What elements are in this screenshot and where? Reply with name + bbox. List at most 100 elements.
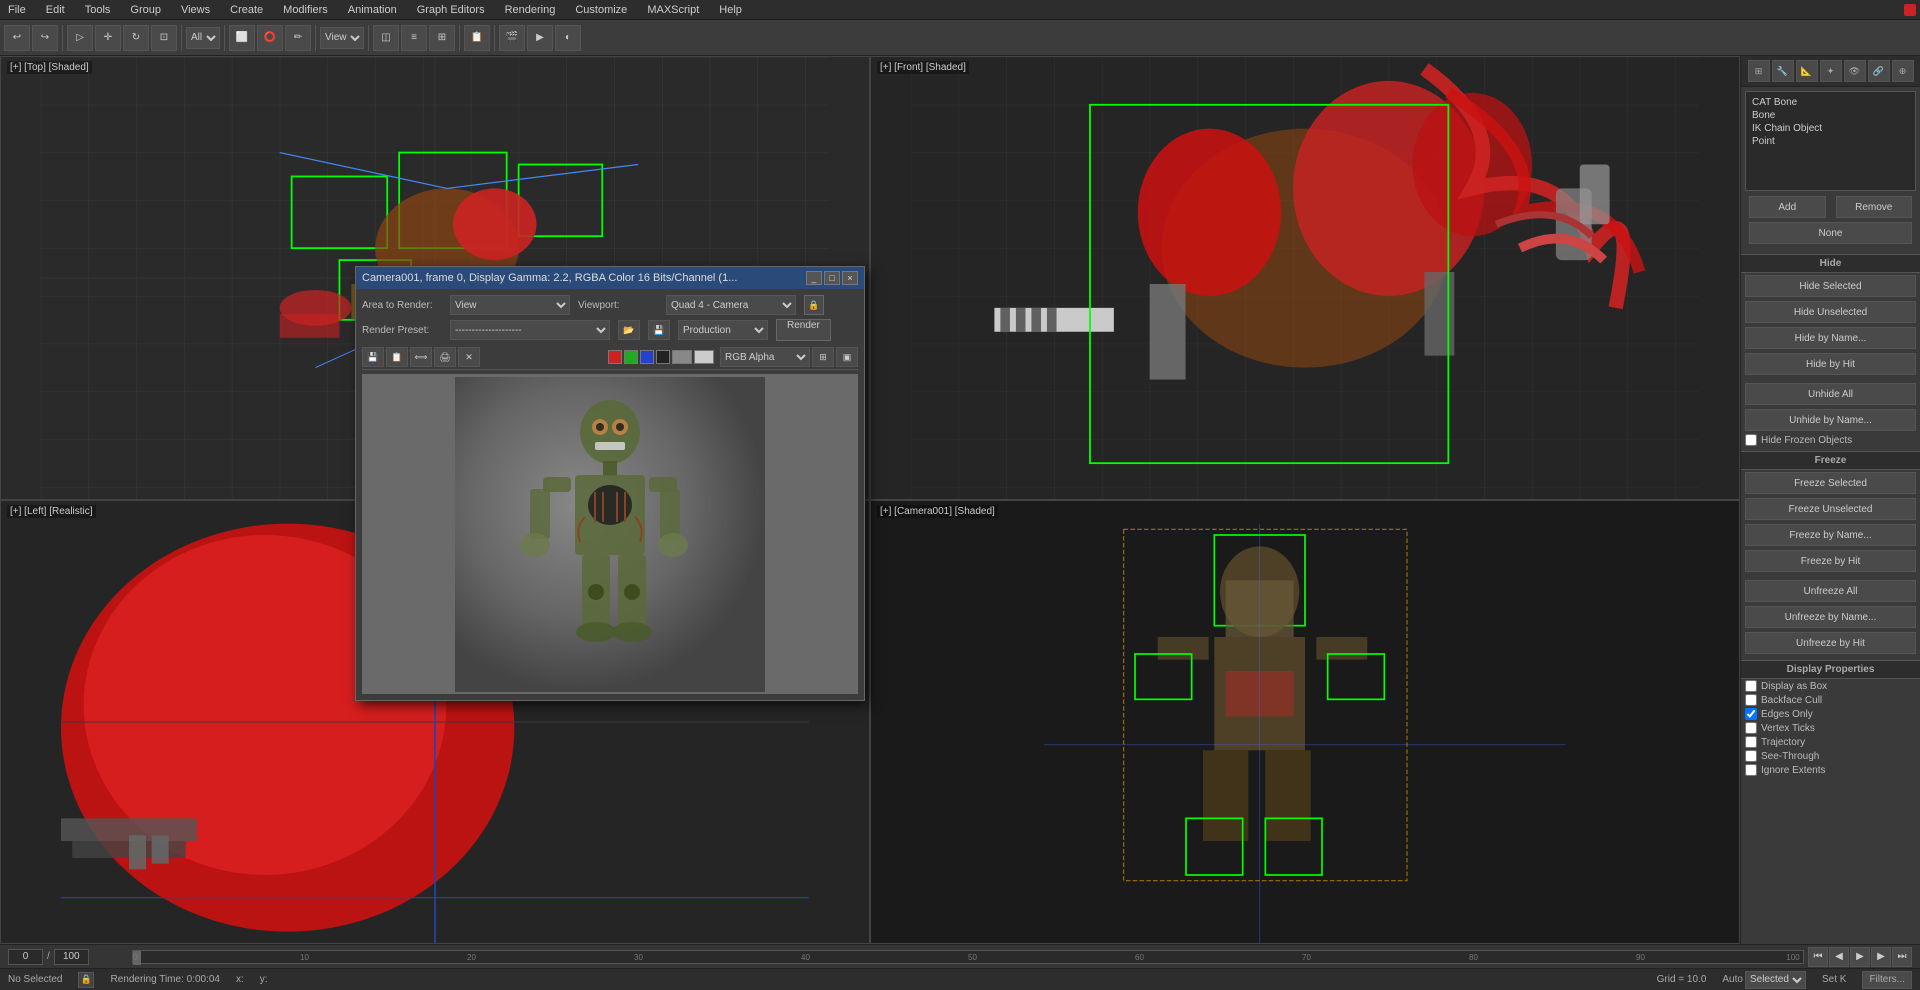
edges-only-check[interactable] [1745,708,1757,720]
channel-select[interactable]: RGB Alpha [720,347,810,367]
rp-icon-1[interactable]: ⊞ [1748,60,1770,82]
viewport-front[interactable]: [+] [Front] [Shaded] [870,56,1740,500]
freeze-by-name-btn[interactable]: Freeze by Name... [1745,524,1916,546]
rd-tb-close[interactable]: ✕ [458,347,480,367]
rp-icon-4[interactable]: ✦ [1820,60,1842,82]
obj-cat-bone[interactable]: CAT Bone [1750,96,1911,109]
viewport-camera[interactable]: [+] [Camera001] [Shaded] [870,500,1740,944]
render-dialog-minimize[interactable]: _ [806,271,822,285]
render-execute-btn[interactable]: Render [776,319,831,341]
trajectory-check[interactable] [1745,736,1757,748]
freeze-by-hit-btn[interactable]: Freeze by Hit [1745,550,1916,572]
selected-dropdown[interactable]: Selected [1745,971,1806,989]
remove-btn[interactable]: Remove [1836,196,1913,218]
menu-help[interactable]: Help [715,4,746,16]
unfreeze-by-name-btn[interactable]: Unfreeze by Name... [1745,606,1916,628]
red-channel-btn[interactable] [608,350,622,364]
preset-save-btn[interactable]: 💾 [648,320,670,340]
menu-maxscript[interactable]: MAXScript [643,4,703,16]
display-as-box-check[interactable] [1745,680,1757,692]
undo-btn[interactable]: ↩ [4,25,30,51]
preset-select[interactable]: -------------------- [450,320,610,340]
menu-tools[interactable]: Tools [81,4,115,16]
rect-select[interactable]: ⬜ [229,25,255,51]
mirror-btn[interactable]: ◫ [373,25,399,51]
alpha-channel-btn[interactable] [656,350,670,364]
rp-icon-3[interactable]: 📐 [1796,60,1818,82]
lasso-select[interactable]: ✏ [285,25,311,51]
total-frame-input[interactable] [54,949,89,965]
obj-point[interactable]: Point [1750,135,1911,148]
menu-rendering[interactable]: Rendering [501,4,560,16]
object-list[interactable]: CAT Bone Bone IK Chain Object Point [1745,91,1916,191]
production-select[interactable]: Production [678,320,768,340]
rotate-btn[interactable]: ↻ [123,25,149,51]
white-channel-btn[interactable] [694,350,714,364]
menu-file[interactable]: File [4,4,30,16]
render-dialog-close[interactable]: × [842,271,858,285]
vertex-ticks-check[interactable] [1745,722,1757,734]
menu-modifiers[interactable]: Modifiers [279,4,332,16]
menu-edit[interactable]: Edit [42,4,69,16]
preset-load-btn[interactable]: 📂 [618,320,640,340]
mono-channel-btn[interactable] [672,350,692,364]
render-dialog-restore[interactable]: □ [824,271,840,285]
rd-tb-1[interactable]: 💾 [362,347,384,367]
obj-bone[interactable]: Bone [1750,109,1911,122]
freeze-unselected-btn[interactable]: Freeze Unselected [1745,498,1916,520]
rp-icon-2[interactable]: 🔧 [1772,60,1794,82]
area-select[interactable]: View [450,295,570,315]
align-btn[interactable]: ≡ [401,25,427,51]
rd-tb-2[interactable]: 📋 [386,347,408,367]
redo-btn[interactable]: ↪ [32,25,58,51]
menu-group[interactable]: Group [126,4,165,16]
circle-select[interactable]: ⭕ [257,25,283,51]
channel-view-btn[interactable]: ▣ [836,347,858,367]
goto-start-btn[interactable]: ⏮ [1808,947,1828,967]
channel-options-btn[interactable]: ⊞ [812,347,834,367]
menu-views[interactable]: Views [177,4,214,16]
hide-frozen-check[interactable] [1745,434,1757,446]
select-filter[interactable]: All [186,27,220,49]
view-select[interactable]: View [320,27,364,49]
add-btn[interactable]: Add [1749,196,1826,218]
backface-cull-check[interactable] [1745,694,1757,706]
rp-icon-7[interactable]: ⊕ [1892,60,1914,82]
rp-icon-5[interactable]: 👁 [1844,60,1866,82]
lock-btn[interactable]: 🔒 [804,295,824,315]
menu-customize[interactable]: Customize [571,4,631,16]
scale-btn[interactable]: ⊡ [151,25,177,51]
play-btn[interactable]: ▶ [1850,947,1870,967]
unhide-by-name-btn[interactable]: Unhide by Name... [1745,409,1916,431]
viewport-select[interactable]: Quad 4 - Camera [666,295,796,315]
freeze-selected-btn[interactable]: Freeze Selected [1745,472,1916,494]
timeline-bar[interactable]: 0 10 20 30 40 50 60 70 80 90 100 [132,950,1804,964]
blue-channel-btn[interactable] [640,350,654,364]
layer-btn[interactable]: 📋 [464,25,490,51]
prev-frame-btn[interactable]: ◀ [1829,947,1849,967]
timeline-scrubber[interactable] [133,951,141,965]
rd-tb-4[interactable]: 🖨 [434,347,456,367]
hide-unselected-btn[interactable]: Hide Unselected [1745,301,1916,323]
select-btn[interactable]: ▷ [67,25,93,51]
hide-by-hit-btn[interactable]: Hide by Hit [1745,353,1916,375]
move-btn[interactable]: ✛ [95,25,121,51]
hide-by-name-btn[interactable]: Hide by Name... [1745,327,1916,349]
unhide-all-btn[interactable]: Unhide All [1745,383,1916,405]
none-btn[interactable]: None [1749,222,1912,244]
rp-icon-6[interactable]: 🔗 [1868,60,1890,82]
menu-create[interactable]: Create [226,4,267,16]
menu-animation[interactable]: Animation [344,4,401,16]
hide-selected-btn[interactable]: Hide Selected [1745,275,1916,297]
render-btn[interactable]: ▶ [527,25,553,51]
menu-graph-editors[interactable]: Graph Editors [413,4,489,16]
see-through-check[interactable] [1745,750,1757,762]
align2-btn[interactable]: ⊞ [429,25,455,51]
unfreeze-by-hit-btn[interactable]: Unfreeze by Hit [1745,632,1916,654]
green-channel-btn[interactable] [624,350,638,364]
render-setup-btn[interactable]: 🎬 [499,25,525,51]
current-frame-input[interactable] [8,949,43,965]
activeshade-btn[interactable]: ◐ [555,25,581,51]
filters-btn[interactable]: Filters... [1862,971,1912,989]
rd-tb-3[interactable]: ⟺ [410,347,432,367]
